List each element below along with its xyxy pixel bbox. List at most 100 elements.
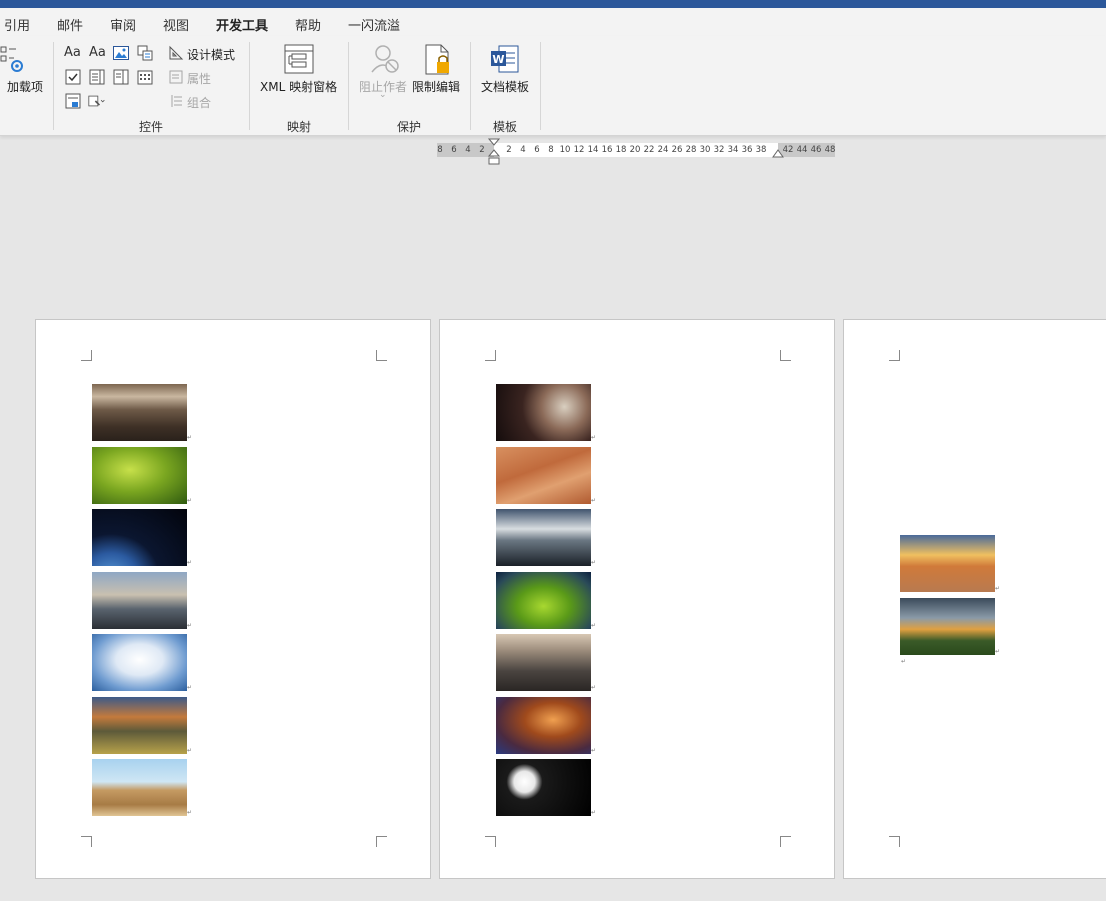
design-mode-icon — [167, 44, 185, 62]
tab-view[interactable]: 视图 — [163, 15, 189, 34]
group-separator — [470, 42, 471, 130]
paragraph-mark: ↵ — [187, 746, 193, 754]
hanging-indent-marker[interactable] — [488, 149, 500, 167]
green-leaves-image[interactable] — [92, 446, 187, 504]
ruler-number: 32 — [713, 145, 725, 155]
group-separator — [249, 42, 250, 130]
horizontal-ruler[interactable]: 8 6 4 2 2 4 6 8 10 12 14 16 18 20 22 24 26 28 30 32 34 36 38 42… — [437, 138, 836, 165]
ruler-number: 28 — [685, 145, 697, 155]
ruler-number: 8 — [548, 145, 554, 155]
paragraph-mark: ↵ — [591, 559, 597, 566]
storm-over-field-image[interactable] — [92, 696, 187, 754]
ruler-number: 20 — [629, 145, 641, 155]
document-page-1[interactable]: ↵ ↵ ↵ ↵ ↵ ↵ ↵ — [35, 319, 431, 879]
group-button[interactable]: 组合 — [187, 94, 211, 111]
ruler-number: 36 — [741, 145, 753, 155]
paragraph-mark: ↵ — [591, 809, 597, 816]
group-icon — [167, 92, 185, 110]
ruler-number: 24 — [657, 145, 669, 155]
city-skyline-image[interactable] — [92, 571, 187, 629]
pyramids-image[interactable] — [92, 759, 187, 816]
tab-developer[interactable]: 开发工具 — [216, 15, 269, 39]
picture-control-icon[interactable] — [112, 44, 130, 62]
combo-box-control-icon[interactable] — [88, 68, 106, 86]
svg-text:W: W — [492, 53, 504, 66]
paragraph-mark: ↵ — [187, 621, 193, 629]
chevron-down-icon: ⌄ — [379, 90, 387, 100]
tab-references[interactable]: 引用 — [4, 15, 30, 34]
ribbon: 加载项 Aa Aa 设计模式 属性 组合 控件 XML 映射窗格 映射 阻止作者… — [0, 36, 1106, 136]
document-page-2[interactable]: ↵ ↵ ↵ ↵ ↵ ↵ ↵ — [439, 319, 835, 879]
margin-corner-mark — [889, 836, 900, 847]
ruler-number: 10 — [559, 145, 571, 155]
paragraph-mark: ↵ — [591, 684, 597, 691]
checkbox-control-icon[interactable] — [64, 68, 82, 86]
document-page-3[interactable]: ↵ ↵ ↵ — [843, 319, 1106, 879]
paragraph-mark: ↵ — [187, 559, 193, 566]
document-template-button[interactable]: W 文档模板 — [478, 44, 534, 100]
paragraph-mark: ↵ — [901, 658, 907, 665]
block-authors-button[interactable]: 阻止作者 ⌄ — [356, 44, 410, 114]
restrict-editing-label: 限制编辑 — [412, 80, 461, 94]
paragraph-mark: ↵ — [995, 647, 1001, 655]
group-separator — [348, 42, 349, 130]
drop-down-list-control-icon[interactable] — [112, 68, 130, 86]
xml-mapping-icon — [284, 44, 314, 74]
ruler-number: 14 — [587, 145, 599, 155]
ruler-number: 18 — [615, 145, 627, 155]
restrict-editing-button[interactable]: 限制编辑 — [410, 44, 464, 100]
cumulus-clouds-image[interactable] — [92, 634, 187, 691]
tab-yishanliuyi[interactable]: 一闪流溢 — [348, 15, 400, 34]
ruler-number: 42 — [782, 145, 794, 155]
white-flowers-image[interactable] — [496, 759, 591, 816]
first-line-indent-marker[interactable] — [488, 138, 500, 148]
ruler-number: 26 — [671, 145, 683, 155]
paragraph-mark: ↵ — [995, 585, 1001, 592]
tab-mailings[interactable]: 邮件 — [57, 15, 83, 34]
paragraph-mark: ↵ — [591, 434, 597, 441]
pier-sunset-image[interactable] — [496, 509, 591, 566]
legacy-tools-icon[interactable] — [88, 92, 106, 110]
ruler-number: 22 — [643, 145, 655, 155]
earth-from-space-image[interactable] — [92, 509, 187, 566]
addins-button[interactable]: 加载项 — [0, 44, 48, 94]
ruler-number: 48 — [824, 145, 836, 155]
tab-help[interactable]: 帮助 — [295, 15, 321, 34]
xml-mapping-pane-button[interactable]: XML 映射窗格 — [256, 44, 344, 100]
properties-icon — [167, 68, 185, 86]
mapping-group-label: 映射 — [287, 120, 312, 134]
block-authors-icon — [371, 45, 399, 73]
margin-corner-mark — [780, 350, 791, 361]
word-document-icon: W — [491, 45, 519, 73]
paragraph-mark: ↵ — [187, 496, 193, 504]
paragraph-mark: ↵ — [591, 496, 597, 504]
city-aerial-image[interactable] — [496, 634, 591, 691]
building-block-control-icon[interactable] — [136, 44, 154, 62]
ruler-number: 2 — [506, 145, 512, 155]
ribbon-tabs: 引用 邮件 审阅 视图 开发工具 帮助 一闪流溢 — [0, 8, 1106, 39]
beach-sunset-image[interactable] — [900, 535, 995, 592]
ruler-number: 38 — [755, 145, 767, 155]
cracked-earth-image[interactable] — [92, 384, 187, 441]
ruler-number: 6 — [451, 145, 457, 155]
margin-corner-mark — [81, 836, 92, 847]
planet-space-image[interactable] — [496, 384, 591, 441]
margin-corner-mark — [485, 836, 496, 847]
ruler-number: 16 — [601, 145, 613, 155]
repeating-section-control-icon[interactable] — [64, 92, 82, 110]
properties-button[interactable]: 属性 — [187, 70, 211, 87]
ruler-number: 4 — [465, 145, 471, 155]
margin-corner-mark — [889, 350, 900, 361]
rich-text-control-button[interactable]: Aa — [64, 45, 81, 60]
date-picker-control-icon[interactable] — [136, 68, 154, 86]
ruler-number: 46 — [810, 145, 822, 155]
green-creature-image[interactable] — [496, 571, 591, 629]
desert-dunes-image[interactable] — [496, 446, 591, 504]
tab-review[interactable]: 审阅 — [110, 15, 136, 34]
ruler-number: 2 — [479, 145, 485, 155]
design-mode-button[interactable]: 设计模式 — [187, 46, 235, 63]
plain-text-control-button[interactable]: Aa — [89, 45, 106, 60]
stormy-meadow-image[interactable] — [900, 597, 995, 655]
right-indent-marker[interactable] — [772, 149, 784, 159]
nebula-image[interactable] — [496, 696, 591, 754]
